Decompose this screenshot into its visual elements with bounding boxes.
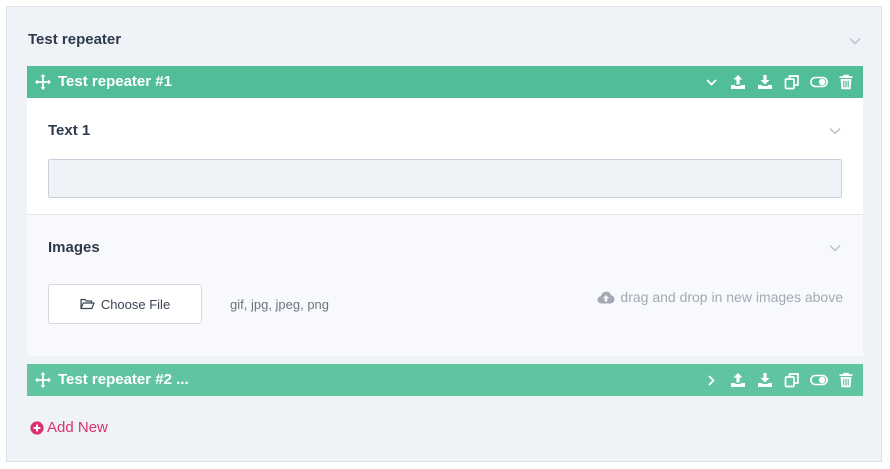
- download-icon[interactable]: [756, 73, 774, 91]
- expand-chevron-right-icon[interactable]: [702, 371, 720, 389]
- upload-icon[interactable]: [729, 371, 747, 389]
- duplicate-icon[interactable]: [783, 73, 801, 91]
- repeater-item-title: Test repeater #1: [58, 73, 172, 90]
- allowed-file-types: gif, jpg, jpeg, png: [230, 297, 330, 312]
- choose-file-button[interactable]: Choose File: [48, 284, 202, 324]
- repeater-item-toolbar: [693, 66, 855, 98]
- field-header[interactable]: Test repeater: [28, 31, 863, 55]
- images-label: Images: [48, 239, 100, 256]
- cloud-upload-icon: [597, 291, 615, 304]
- text1-input[interactable]: [48, 159, 842, 198]
- repeater-item-title: Test repeater #2 ...: [58, 371, 189, 388]
- chevron-down-icon[interactable]: [829, 127, 843, 137]
- drag-drop-text: drag and drop in new images above: [620, 289, 843, 305]
- text1-field: Text 1: [27, 98, 863, 215]
- plus-circle-icon: [30, 420, 44, 435]
- move-handle-icon[interactable]: [35, 372, 51, 388]
- repeater-item-1-bar[interactable]: Test repeater #1: [27, 66, 863, 98]
- move-handle-icon[interactable]: [35, 74, 51, 90]
- images-field: Images Choose File gif, jpg, jpeg, png d…: [27, 215, 863, 356]
- repeater-field-panel: Test repeater Test repeater #1 Text 1 Im…: [6, 6, 882, 462]
- add-new-button[interactable]: Add New: [30, 419, 108, 436]
- trash-icon[interactable]: [837, 371, 855, 389]
- repeater-item-toolbar: [693, 364, 855, 396]
- text1-label: Text 1: [48, 122, 91, 139]
- field-title: Test repeater: [28, 31, 122, 48]
- upload-icon[interactable]: [729, 73, 747, 91]
- collapse-chevron-down-icon[interactable]: [702, 73, 720, 91]
- duplicate-icon[interactable]: [783, 371, 801, 389]
- choose-file-label: Choose File: [100, 296, 171, 312]
- download-icon[interactable]: [756, 371, 774, 389]
- trash-icon[interactable]: [837, 73, 855, 91]
- drag-drop-hint: drag and drop in new images above: [597, 288, 843, 306]
- chevron-down-icon[interactable]: [849, 37, 863, 47]
- repeater-item-1-body: Text 1 Images Choose File gif, jpg, jpeg…: [27, 98, 863, 356]
- toggle-icon[interactable]: [810, 73, 828, 91]
- folder-open-icon: [80, 298, 95, 310]
- chevron-down-icon[interactable]: [829, 244, 843, 254]
- toggle-icon[interactable]: [810, 371, 828, 389]
- add-new-label: Add New: [47, 419, 108, 436]
- repeater-item-2-bar[interactable]: Test repeater #2 ...: [27, 364, 863, 396]
